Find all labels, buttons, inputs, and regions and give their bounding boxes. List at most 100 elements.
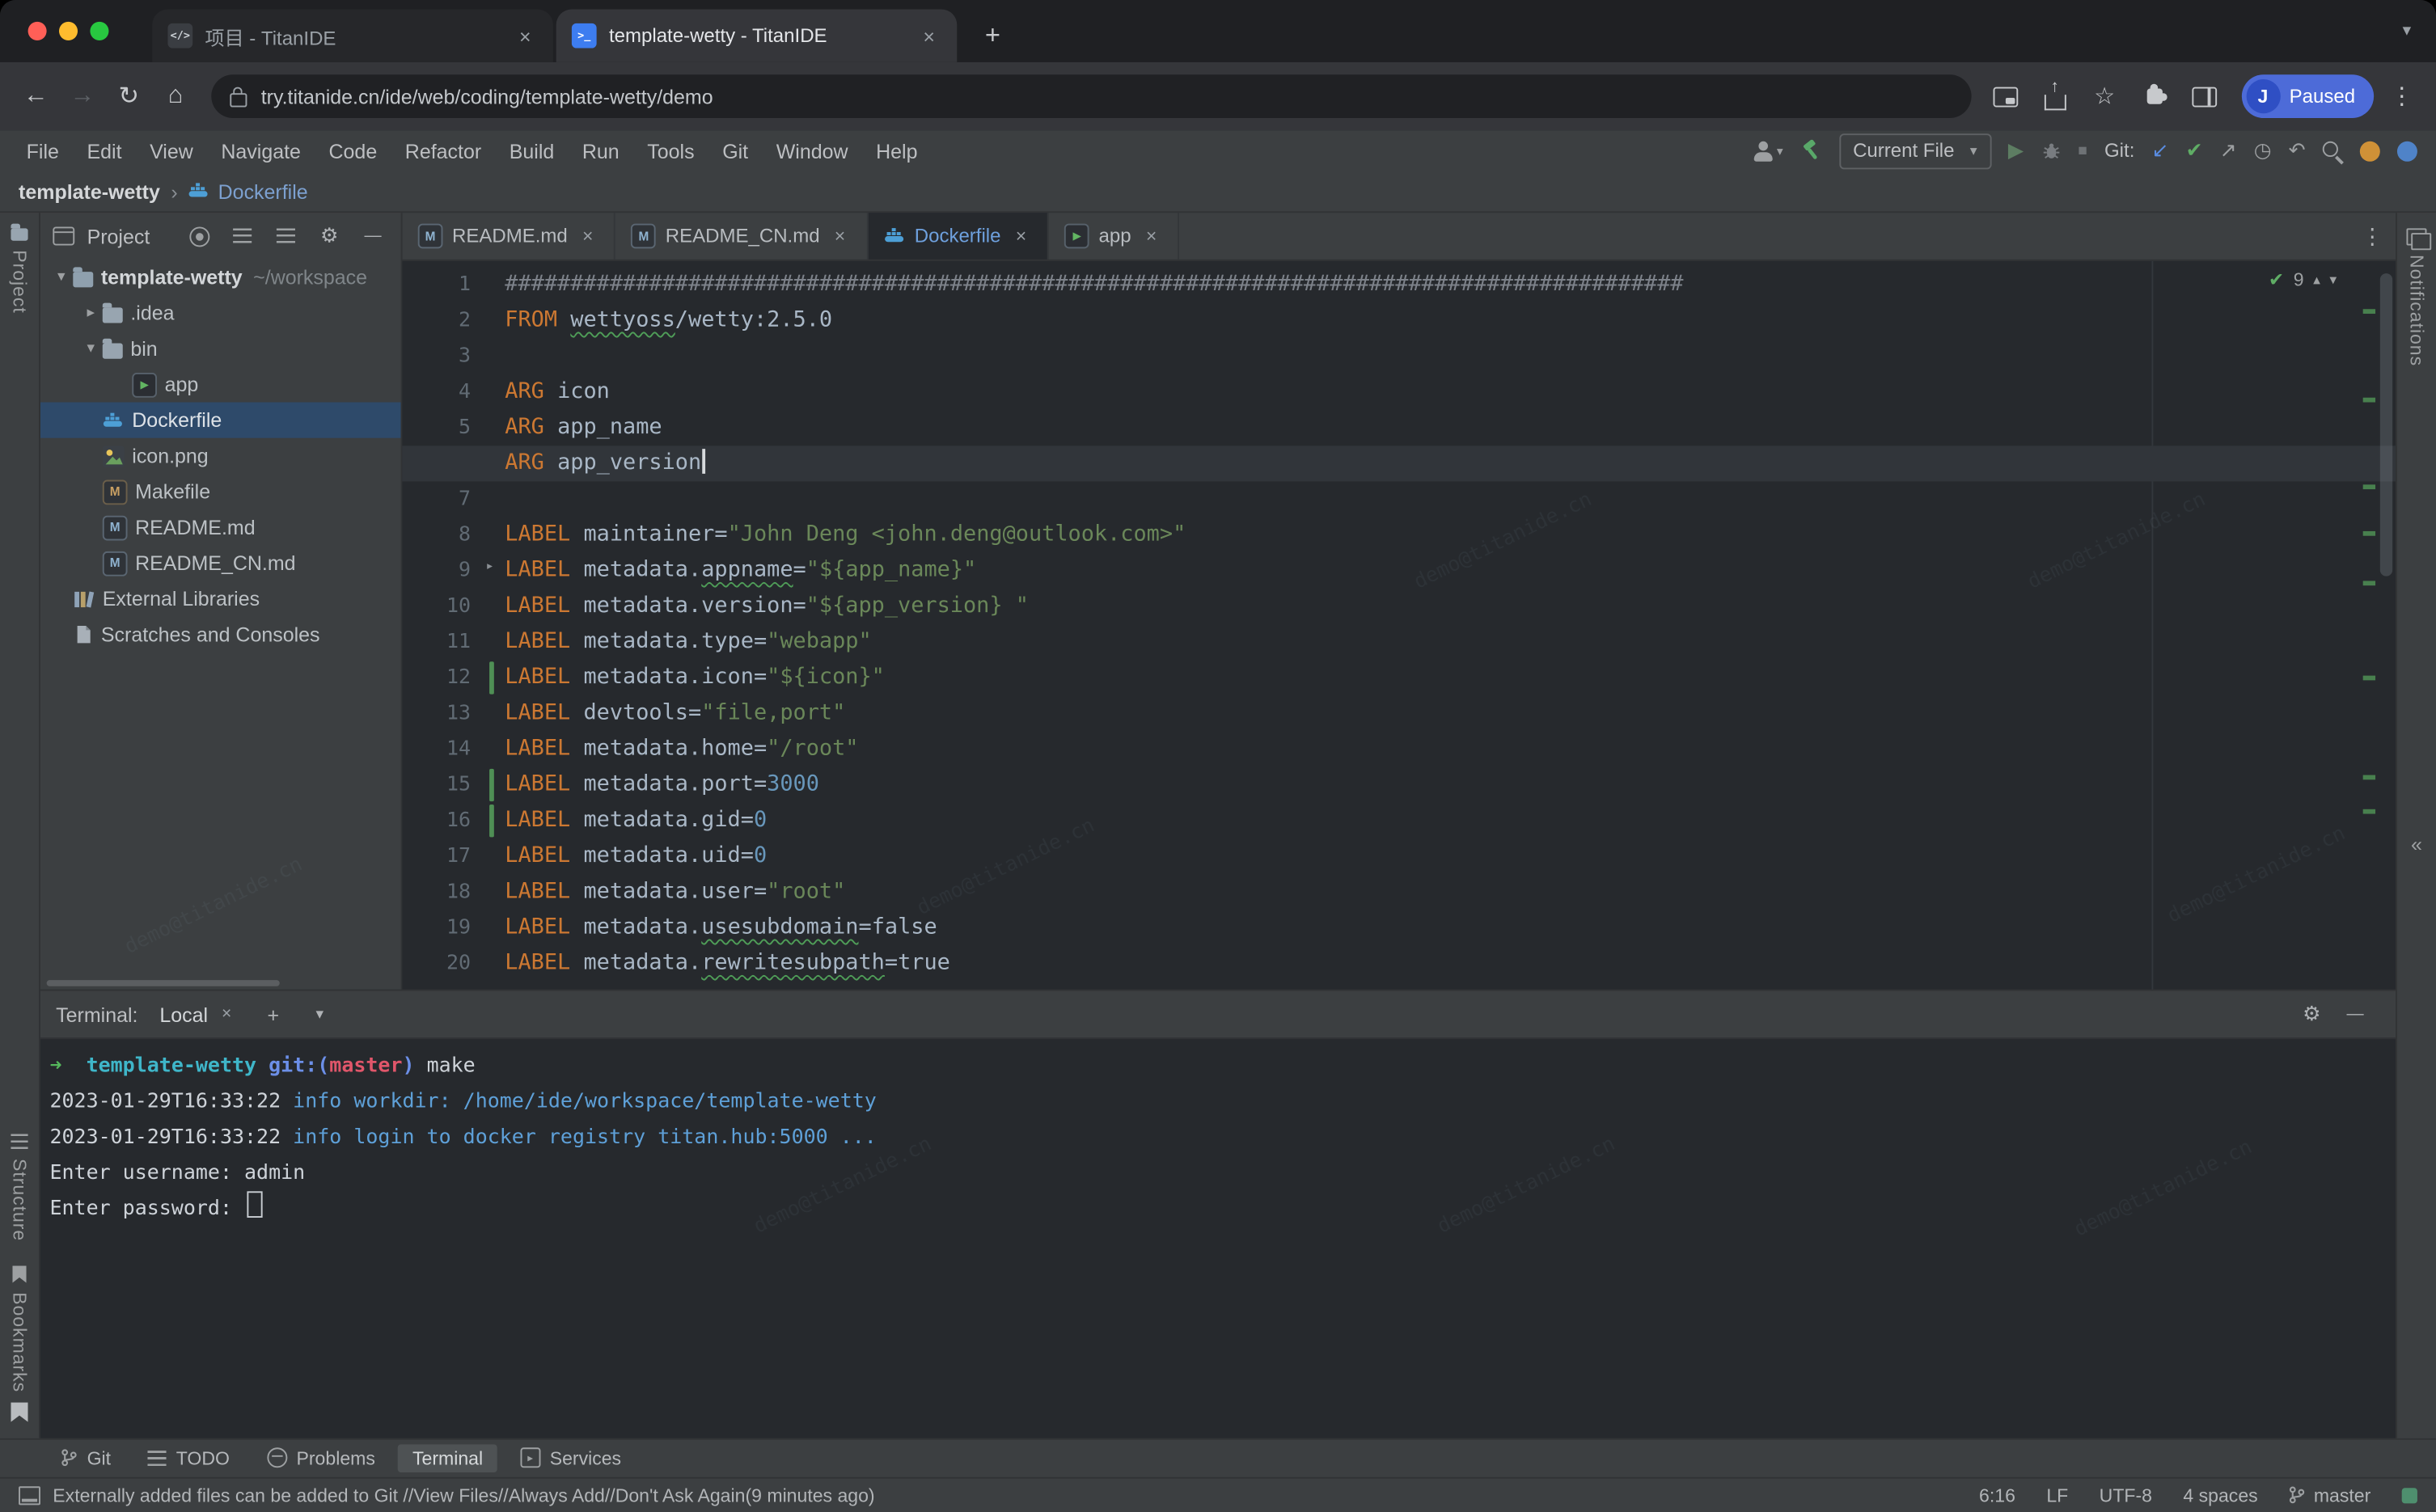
menu-item-help[interactable]: Help — [862, 139, 932, 163]
fullscreen-window-button[interactable] — [90, 22, 108, 40]
expand-stripe-icon[interactable] — [2411, 832, 2422, 855]
line-separator[interactable]: LF — [2046, 1484, 2068, 1506]
collapse-all-icon[interactable] — [270, 221, 301, 251]
new-terminal-button[interactable] — [258, 999, 289, 1029]
address-bar[interactable]: try.titanide.cn/ide/web/coding/template-… — [211, 74, 1971, 118]
tool-window-button-services[interactable]: ▸Services — [506, 1443, 635, 1472]
chevron-right-icon[interactable] — [79, 304, 103, 321]
reload-button[interactable] — [106, 73, 153, 120]
tree-item-scratches-and-consoles[interactable]: Scratches and Consoles — [40, 617, 401, 653]
terminal-settings-icon[interactable] — [2296, 999, 2327, 1029]
status-link-view-files[interactable]: View Files — [413, 1484, 498, 1506]
menu-item-code[interactable]: Code — [315, 139, 391, 163]
new-tab-button[interactable] — [972, 15, 1013, 56]
code-line[interactable]: ARG icon — [496, 374, 2396, 410]
terminal-output[interactable]: ➜ template-wetty git:(master) make2023-0… — [40, 1039, 2396, 1438]
breadcrumb-file[interactable]: Dockerfile — [188, 179, 308, 203]
close-window-button[interactable] — [28, 22, 47, 40]
locate-file-icon[interactable] — [184, 221, 214, 251]
tree-item-external-libraries[interactable]: External Libraries — [40, 581, 401, 616]
tool-window-button-structure[interactable]: Structure — [9, 1159, 31, 1241]
close-icon[interactable] — [1010, 226, 1032, 247]
editor-tab-readme-cn-md[interactable]: MREADME_CN.md — [615, 213, 868, 260]
close-icon[interactable] — [218, 1005, 236, 1024]
site-lock-icon[interactable] — [230, 92, 247, 106]
status-indicator-icon[interactable] — [2402, 1487, 2417, 1502]
chevron-down-icon[interactable] — [79, 340, 103, 357]
back-button[interactable] — [12, 73, 59, 120]
user-account-icon[interactable] — [1753, 141, 1783, 161]
indent-style[interactable]: 4 spaces — [2183, 1484, 2257, 1506]
menu-item-tools[interactable]: Tools — [633, 139, 708, 163]
menu-item-window[interactable]: Window — [762, 139, 861, 163]
url-text[interactable]: try.titanide.cn/ide/web/coding/template-… — [261, 85, 713, 108]
hide-terminal-icon[interactable] — [2340, 999, 2370, 1029]
browser-tab-template-wetty-titanide[interactable]: >_template-wetty - TitanIDE — [556, 10, 958, 62]
search-everywhere-icon[interactable] — [2323, 141, 2343, 161]
git-update-icon[interactable] — [2152, 138, 2169, 163]
run-button[interactable] — [2008, 138, 2024, 163]
caret-position[interactable]: 6:16 — [1979, 1484, 2015, 1506]
close-icon[interactable] — [513, 23, 538, 49]
tool-window-button-notifications[interactable]: Notifications — [2406, 255, 2428, 366]
history-icon[interactable] — [2254, 138, 2272, 163]
tree-item-makefile[interactable]: MMakefile — [40, 474, 401, 509]
status-link-always-add[interactable]: Always Add — [509, 1484, 605, 1506]
menu-item-edit[interactable]: Edit — [73, 139, 136, 163]
code-line[interactable] — [496, 481, 2396, 517]
code-line[interactable]: LABEL metadata.usesubdomain=false — [496, 910, 2396, 946]
tree-item-readme-md[interactable]: MREADME.md — [40, 509, 401, 545]
tree-item-bin[interactable]: bin — [40, 331, 401, 366]
editor-tabs-menu-icon[interactable] — [2362, 223, 2383, 250]
extensions-puzzle-icon[interactable] — [2133, 74, 2176, 118]
code-line[interactable]: LABEL maintainer="John Deng <john.deng@o… — [496, 517, 2396, 553]
expand-all-icon[interactable] — [226, 221, 257, 251]
tool-window-button-project[interactable]: Project — [9, 250, 31, 313]
build-hammer-icon[interactable] — [1800, 140, 1822, 162]
event-log-icon[interactable] — [19, 1485, 40, 1504]
more-windows-icon[interactable] — [2406, 228, 2426, 245]
code-line[interactable] — [496, 339, 2396, 374]
home-button[interactable] — [152, 73, 199, 120]
code-line[interactable]: ARG app_name — [496, 410, 2396, 446]
editor[interactable]: 123456789101112131415161718192021 ######… — [403, 261, 2396, 990]
browser-tab-titanide[interactable]: </>项目 - TitanIDE — [152, 10, 553, 62]
tree-item-readme-cn-md[interactable]: MREADME_CN.md — [40, 545, 401, 581]
next-problem-icon[interactable] — [2329, 271, 2337, 288]
update-indicator-icon[interactable] — [2360, 141, 2380, 161]
side-panel-icon[interactable] — [2182, 74, 2226, 118]
codewithme-avatar-icon[interactable] — [2397, 141, 2417, 161]
tab-search-chevron-icon[interactable] — [2403, 20, 2412, 40]
browser-menu-icon[interactable] — [2380, 74, 2424, 118]
code-line[interactable]: LABEL metadata.gid=0 — [496, 803, 2396, 838]
breadcrumb-project[interactable]: template-wetty — [19, 179, 160, 203]
tool-window-button-bookmarks[interactable]: Bookmarks — [9, 1292, 31, 1392]
code-line[interactable]: LABEL metadata.home="/root" — [496, 732, 2396, 767]
tree-item-app[interactable]: ▶app — [40, 366, 401, 402]
editor-scrollbar[interactable] — [2380, 273, 2392, 577]
horizontal-scrollbar[interactable] — [47, 980, 280, 986]
code-line[interactable] — [496, 982, 2396, 990]
status-link-don-t-ask-again[interactable]: Don't Ask Again — [615, 1484, 746, 1506]
minimize-window-button[interactable] — [59, 22, 78, 40]
tree-item-dockerfile[interactable]: Dockerfile — [40, 403, 401, 438]
close-icon[interactable] — [829, 226, 851, 247]
code-line[interactable]: LABEL devtools="file,port" — [496, 696, 2396, 732]
chevron-down-icon[interactable] — [49, 268, 73, 285]
inspections-widget[interactable]: 9 — [2269, 268, 2337, 290]
fold-arrow-icon[interactable] — [485, 560, 493, 575]
project-tool-icon[interactable] — [11, 228, 27, 240]
editor-tab-app[interactable]: ▶app — [1049, 213, 1179, 260]
bookmark-flag-icon[interactable] — [11, 1402, 27, 1422]
tree-item-idea[interactable]: .idea — [40, 295, 401, 331]
menu-item-refactor[interactable]: Refactor — [391, 139, 495, 163]
editor-tab-dockerfile[interactable]: Dockerfile — [868, 213, 1049, 260]
code-line[interactable]: LABEL metadata.version="${app_version} " — [496, 589, 2396, 624]
panel-settings-icon[interactable] — [314, 221, 345, 251]
rollback-icon[interactable] — [2289, 138, 2306, 163]
tool-window-button-terminal[interactable]: Terminal — [399, 1443, 497, 1472]
terminal-dropdown-icon[interactable] — [304, 999, 335, 1029]
tree-item-template-wetty[interactable]: template-wetty~/workspace — [40, 260, 401, 295]
share-icon[interactable] — [2033, 74, 2077, 118]
debug-button[interactable] — [2041, 141, 2061, 161]
